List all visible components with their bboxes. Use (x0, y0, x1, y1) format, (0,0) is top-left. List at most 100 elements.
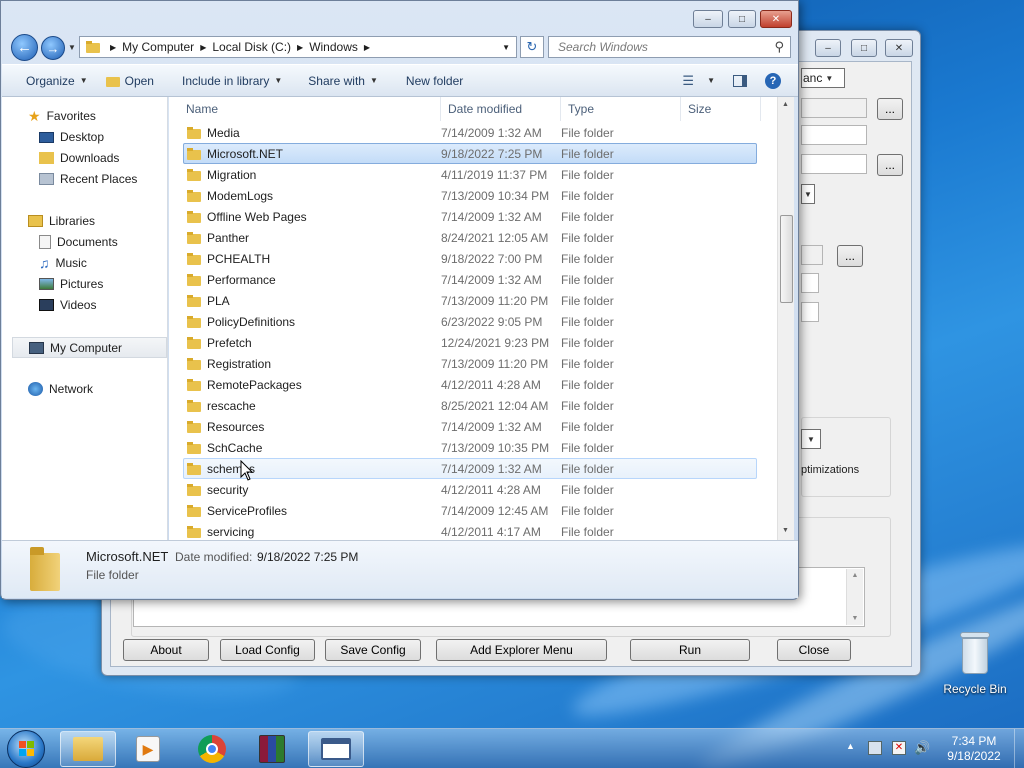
back-button[interactable]: ← (11, 34, 38, 61)
add-explorer-menu-button[interactable]: Add Explorer Menu (436, 639, 607, 661)
share-with-menu[interactable]: Share with ▼ (299, 68, 387, 93)
close-button[interactable]: Close (777, 639, 851, 661)
browse-button-2[interactable]: ... (877, 154, 903, 176)
nav-recent-places[interactable]: Recent Places (39, 169, 137, 189)
chrome-icon (198, 735, 226, 763)
taskbar-winrar[interactable] (244, 731, 300, 767)
open-button[interactable]: Open (97, 68, 163, 93)
change-view-button[interactable]: ☰ ▼ (673, 68, 724, 93)
maximize-button[interactable]: □ (851, 39, 877, 57)
taskbar-chrome[interactable] (184, 731, 240, 767)
column-size[interactable]: Size (681, 97, 761, 121)
table-row[interactable]: PLA 7/13/2009 11:20 PM File folder (183, 290, 757, 311)
recycle-bin[interactable]: Recycle Bin (942, 630, 1008, 696)
field-4[interactable] (801, 245, 823, 265)
field-6[interactable] (801, 302, 819, 322)
start-button[interactable] (7, 730, 45, 768)
nav-music[interactable]: ♫ Music (39, 253, 87, 273)
table-row[interactable]: servicing 4/12/2011 4:17 AM File folder (183, 521, 757, 540)
table-row[interactable]: schemas 7/14/2009 1:32 AM File folder (183, 458, 757, 479)
command-bar: Organize ▼ Open Include in library ▼ Share… (2, 64, 798, 97)
table-row[interactable]: ModemLogs 7/13/2009 10:34 PM File folder (183, 185, 757, 206)
breadcrumb-windows[interactable]: Windows (309, 40, 358, 54)
table-row[interactable]: SchCache 7/13/2009 10:35 PM File folder (183, 437, 757, 458)
table-row[interactable]: Prefetch 12/24/2021 9:23 PM File folder (183, 332, 757, 353)
clock[interactable]: 7:34 PM 9/18/2022 (934, 734, 1014, 764)
scroll-up-icon[interactable]: ▲ (782, 101, 789, 108)
close-window-button[interactable]: ✕ (885, 39, 913, 57)
nav-libraries[interactable]: Libraries (28, 211, 95, 231)
table-row[interactable]: PCHEALTH 9/18/2022 7:00 PM File folder (183, 248, 757, 269)
browse-button-1[interactable]: ... (877, 98, 903, 120)
nav-my-computer[interactable]: My Computer (12, 337, 167, 358)
address-dropdown-icon[interactable]: ▼ (502, 43, 510, 52)
search-input[interactable]: Search Windows ⚲ (548, 36, 791, 58)
path-field-2[interactable] (801, 125, 867, 145)
recent-pages-dropdown[interactable]: ▼ (68, 43, 76, 52)
forward-button[interactable]: → (41, 36, 65, 60)
nav-pictures[interactable]: Pictures (39, 274, 103, 294)
taskbar-explorer[interactable] (60, 731, 116, 767)
column-date-modified[interactable]: Date modified (441, 97, 561, 121)
nav-network[interactable]: Network (28, 379, 93, 399)
column-name[interactable]: Name (169, 97, 441, 121)
table-row[interactable]: rescache 8/25/2021 12:04 AM File folder (183, 395, 757, 416)
browse-button-3[interactable]: ... (837, 245, 863, 267)
table-row[interactable]: Panther 8/24/2021 12:05 AM File folder (183, 227, 757, 248)
preview-pane-button[interactable] (724, 68, 756, 93)
table-row[interactable]: Registration 7/13/2009 11:20 PM File folde… (183, 353, 757, 374)
dialog-close-button[interactable]: ✕ (760, 10, 792, 28)
include-in-library-menu[interactable]: Include in library ▼ (173, 68, 291, 93)
column-type[interactable]: Type (561, 97, 681, 121)
run-button[interactable]: Run (630, 639, 750, 661)
nav-desktop[interactable]: Desktop (39, 127, 104, 147)
address-bar[interactable]: ▶ My Computer ▶ Local Disk (C:) ▶ Window… (79, 36, 517, 58)
refresh-button[interactable]: ↻ (520, 36, 544, 58)
table-row[interactable]: ServiceProfiles 7/14/2009 12:45 AM File fo… (183, 500, 757, 521)
table-row[interactable]: Media 7/14/2009 1:32 AM File folder (183, 122, 757, 143)
scroll-thumb[interactable] (780, 215, 793, 303)
about-button[interactable]: About (123, 639, 209, 661)
dialog-minimize-button[interactable]: – (693, 10, 723, 28)
help-button[interactable]: ? (756, 68, 790, 93)
table-row[interactable]: PolicyDefinitions 6/23/2022 9:05 PM File f… (183, 311, 757, 332)
nav-documents[interactable]: Documents (39, 232, 118, 252)
mode-combo-value: anc (803, 71, 823, 85)
network-tray-icon[interactable] (868, 741, 882, 755)
dropdown-1[interactable]: ▼ (801, 184, 815, 204)
taskbar-app[interactable] (308, 731, 364, 767)
nav-label: Recent Places (60, 172, 138, 186)
new-folder-button[interactable]: New folder (397, 68, 472, 93)
action-center-icon[interactable]: ✕ (892, 741, 906, 755)
table-row[interactable]: RemotePackages 4/12/2011 4:28 AM File fold… (183, 374, 757, 395)
breadcrumb-local-disk[interactable]: Local Disk (C:) (212, 40, 291, 54)
table-row[interactable]: Microsoft.NET 9/18/2022 7:25 PM File folde… (183, 143, 757, 164)
log-scrollbar[interactable]: ▲ ▼ (846, 569, 863, 625)
organize-menu[interactable]: Organize ▼ (17, 68, 97, 93)
table-row[interactable]: Migration 4/11/2019 11:37 PM File folder (183, 164, 757, 185)
volume-icon[interactable]: 🔊 (914, 740, 930, 756)
dropdown-2[interactable]: ▼ (801, 429, 821, 449)
minimize-button[interactable]: – (815, 39, 841, 57)
taskbar-media-player[interactable]: ▶ (120, 731, 176, 767)
field-5[interactable] (801, 273, 819, 293)
table-row[interactable]: Performance 7/14/2009 1:32 AM File folder (183, 269, 757, 290)
save-config-button[interactable]: Save Config (325, 639, 421, 661)
nav-downloads[interactable]: Downloads (39, 148, 119, 168)
search-icon[interactable]: ⚲ (774, 39, 784, 55)
dialog-maximize-button[interactable]: □ (728, 10, 756, 28)
path-field-3[interactable] (801, 154, 867, 174)
scroll-down-icon[interactable]: ▼ (782, 527, 789, 534)
table-row[interactable]: Offline Web Pages 7/14/2009 1:32 AM File f… (183, 206, 757, 227)
table-row[interactable]: security 4/12/2011 4:28 AM File folder (183, 479, 757, 500)
load-config-button[interactable]: Load Config (220, 639, 315, 661)
show-hidden-icons[interactable]: ▲ (846, 741, 855, 751)
show-desktop-button[interactable] (1014, 729, 1024, 768)
file-list-scrollbar[interactable]: ▲ ▼ (777, 97, 794, 540)
breadcrumb-my-computer[interactable]: My Computer (122, 40, 194, 54)
table-row[interactable]: Resources 7/14/2009 1:32 AM File folder (183, 416, 757, 437)
path-field-1[interactable] (801, 98, 867, 118)
nav-favorites[interactable]: ★ Favorites (28, 106, 96, 126)
nav-videos[interactable]: Videos (39, 295, 96, 315)
mode-combo[interactable]: anc ▼ (801, 68, 845, 88)
